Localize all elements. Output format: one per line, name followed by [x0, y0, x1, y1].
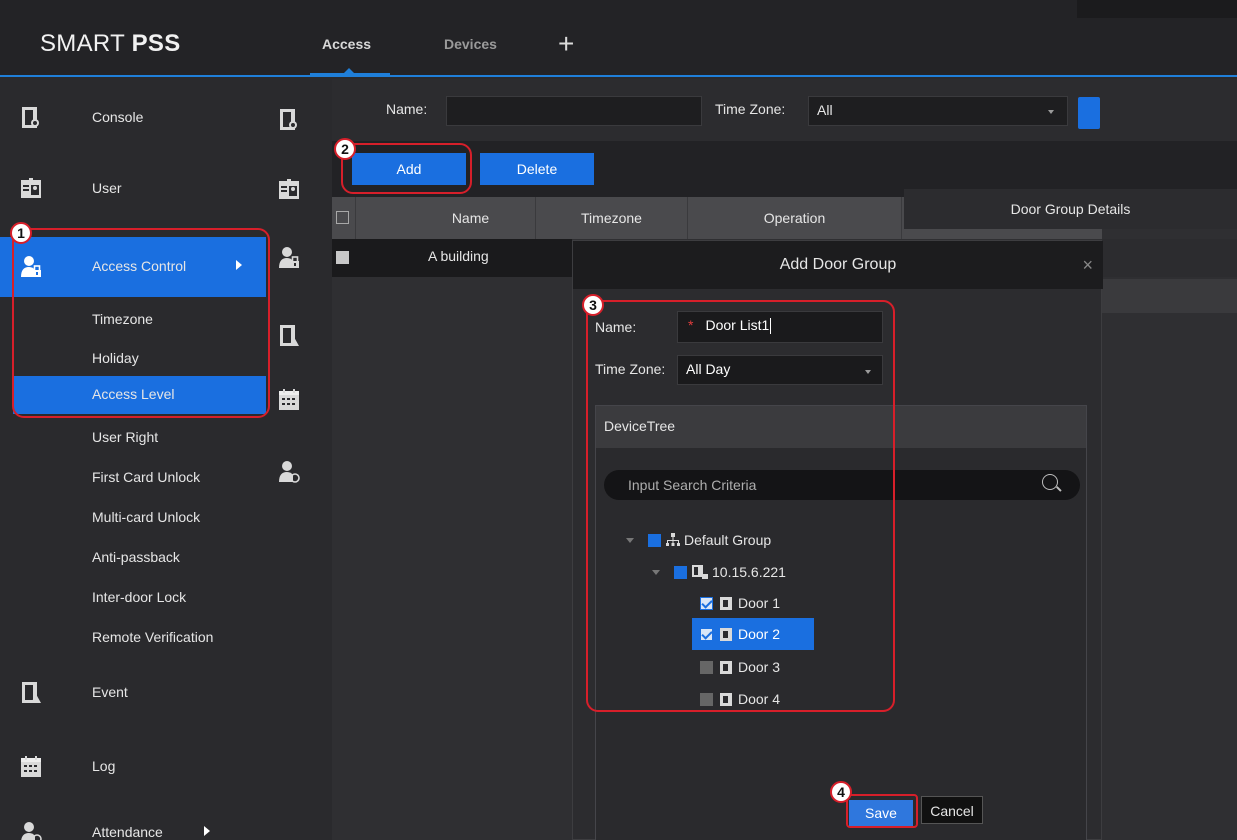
- column-header-name[interactable]: Name: [406, 197, 536, 239]
- sidebar-item-user[interactable]: User: [0, 159, 266, 219]
- tab-devices[interactable]: Devices: [444, 36, 497, 52]
- console-door-icon[interactable]: [278, 108, 300, 132]
- sidebar-item-attendance[interactable]: Attendance: [0, 803, 266, 840]
- event-door-icon[interactable]: [278, 324, 300, 348]
- attendance-icon[interactable]: [278, 460, 300, 484]
- sidebar-item-label: Log: [92, 758, 116, 774]
- sidebar-item-label: Console: [92, 109, 144, 125]
- annotation-box-4: [846, 794, 918, 828]
- user-card-icon: [21, 178, 41, 198]
- sidebar-subitem-remote-verification[interactable]: Remote Verification: [92, 629, 213, 645]
- filter-timezone-label: Time Zone:: [715, 101, 786, 117]
- filter-name-label: Name:: [386, 101, 428, 117]
- annotation-box-3: [586, 300, 895, 712]
- sidebar-subitem-user-right[interactable]: User Right: [92, 429, 158, 445]
- sidebar-subitem-inter-door-lock[interactable]: Inter-door Lock: [92, 589, 186, 605]
- active-tab-caret: [344, 68, 354, 73]
- search-button[interactable]: [1078, 97, 1100, 129]
- filter-timezone-select[interactable]: All: [808, 96, 1068, 126]
- sidebar-item-console[interactable]: Console: [0, 88, 266, 148]
- dialog-title: Add Door Group ×: [573, 241, 1103, 289]
- user-card-icon[interactable]: [278, 178, 300, 202]
- sidebar-item-label: Event: [92, 684, 128, 700]
- sidebar: Console User Access Control Timezone Hol…: [0, 79, 266, 840]
- close-icon[interactable]: ×: [1082, 241, 1093, 289]
- sidebar-item-log[interactable]: Log: [0, 737, 266, 797]
- sidebar-item-label: User: [92, 180, 122, 196]
- column-header-operation[interactable]: Operation: [688, 197, 902, 239]
- dialog-title-text: Add Door Group: [779, 256, 897, 273]
- details-row-bg: [1102, 239, 1237, 277]
- add-tab-button[interactable]: +: [558, 30, 574, 58]
- tab-access[interactable]: Access: [322, 36, 371, 52]
- row-name-cell: A building: [428, 248, 489, 264]
- sidebar-item-label: Attendance: [92, 824, 163, 840]
- cancel-button[interactable]: Cancel: [921, 796, 983, 824]
- annotation-box-1: [12, 228, 270, 418]
- chevron-down-icon: [1048, 110, 1054, 114]
- table-row[interactable]: A building: [332, 239, 572, 277]
- filter-bar: Name: Time Zone: All: [332, 79, 1237, 141]
- sidebar-subitem-multi-card-unlock[interactable]: Multi-card Unlock: [92, 509, 200, 525]
- annotation-box-2: [341, 143, 472, 194]
- logo-text: SMART: [40, 30, 132, 57]
- select-all-checkbox[interactable]: [336, 211, 349, 224]
- chevron-right-icon: [204, 826, 210, 836]
- filter-timezone-value: All: [817, 102, 833, 118]
- column-header-timezone[interactable]: Timezone: [536, 197, 688, 239]
- row-checkbox[interactable]: [336, 251, 349, 264]
- search-icon[interactable]: [1042, 474, 1058, 490]
- door-group-details-header: Door Group Details: [904, 189, 1237, 229]
- sidebar-item-event[interactable]: Event: [0, 663, 266, 723]
- header-select-cell: [332, 197, 356, 239]
- delete-button[interactable]: Delete: [480, 153, 594, 185]
- annotation-badge-3: 3: [582, 294, 604, 316]
- attendance-icon: [21, 822, 42, 840]
- active-tab-underline: [310, 73, 390, 75]
- annotation-badge-4: 4: [830, 781, 852, 803]
- access-control-icon[interactable]: [278, 246, 300, 270]
- calendar-log-icon: [21, 756, 41, 777]
- annotation-badge-1: 1: [10, 222, 32, 244]
- app-logo: SMART PSS: [40, 30, 181, 58]
- top-bar-edge: [1077, 0, 1237, 18]
- details-row-highlight: [1102, 279, 1237, 313]
- logo-text-bold: PSS: [131, 30, 181, 57]
- calendar-log-icon[interactable]: [278, 388, 300, 412]
- filter-name-input[interactable]: [446, 96, 702, 126]
- sidebar-subitem-anti-passback[interactable]: Anti-passback: [92, 549, 180, 565]
- top-bar: SMART PSS Access Devices +: [0, 0, 1237, 77]
- quick-icon-column: [266, 79, 332, 840]
- console-door-icon: [22, 107, 39, 128]
- annotation-badge-2: 2: [334, 138, 356, 160]
- event-door-icon: [22, 682, 41, 703]
- sidebar-subitem-first-card-unlock[interactable]: First Card Unlock: [92, 469, 200, 485]
